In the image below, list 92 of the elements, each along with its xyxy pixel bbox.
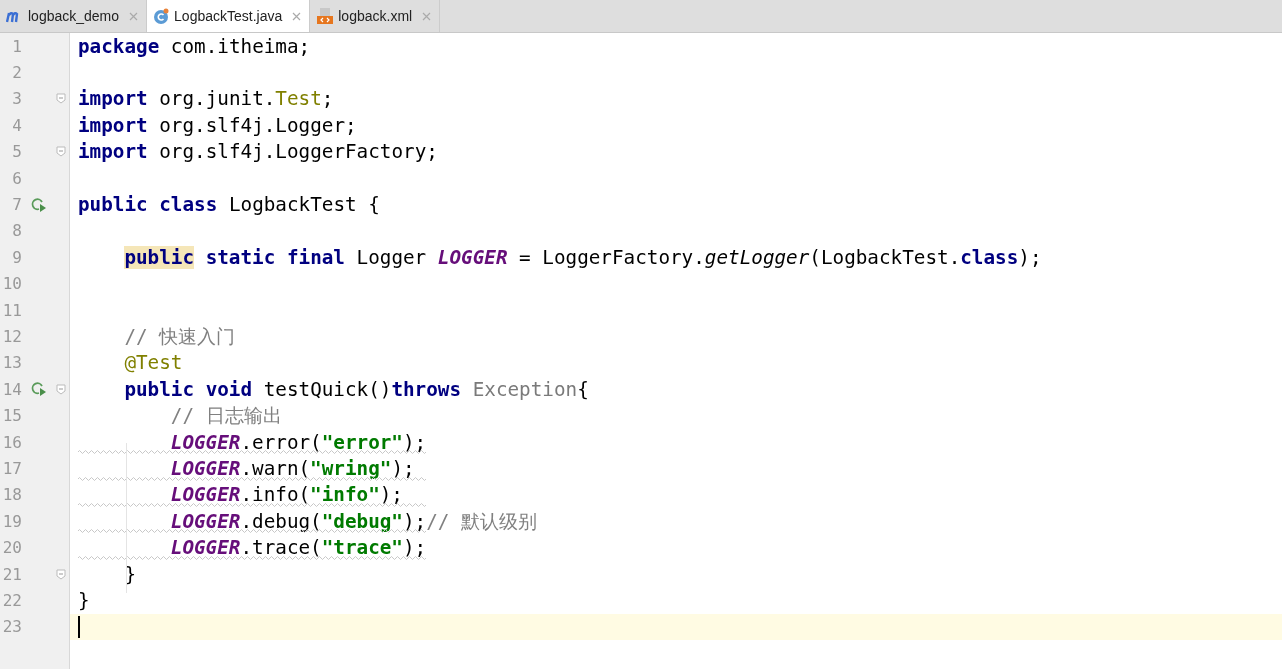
code-token: .error(	[240, 430, 322, 454]
tab-label: logback.xml	[338, 8, 413, 24]
code-token: LOGGER	[170, 509, 241, 533]
code-token: }	[124, 562, 136, 586]
code-token: LogbackTest {	[227, 193, 380, 217]
code-token: class	[960, 245, 1019, 269]
run-icon[interactable]	[30, 381, 48, 398]
line-number: 22	[1, 590, 22, 610]
code-token: "wring"	[310, 456, 392, 480]
code-token: {	[577, 377, 589, 401]
code-token: Test	[275, 87, 322, 111]
code-comment: // 快速入门	[124, 324, 236, 350]
line-number: 15	[1, 406, 22, 426]
code-token: .trace(	[240, 536, 322, 560]
code-token: org.slf4j.Logger;	[158, 113, 357, 137]
tab-label: LogbackTest.java	[174, 8, 283, 24]
line-number: 16	[1, 432, 22, 452]
code-token: public void	[124, 377, 253, 401]
close-icon[interactable]	[292, 11, 302, 21]
line-number: 21	[1, 564, 22, 584]
line-number: 5	[11, 142, 22, 162]
code-token: import	[78, 113, 148, 137]
code-token: LOGGER	[170, 430, 241, 454]
code-token: import	[78, 87, 148, 111]
line-number: 9	[11, 247, 22, 267]
code-token: "trace"	[321, 536, 403, 560]
line-number: 20	[1, 538, 22, 558]
code-token: );	[403, 536, 427, 560]
line-number: 23	[1, 617, 22, 637]
line-number: 2	[11, 63, 22, 83]
code-comment: // 默认级别	[426, 508, 538, 535]
run-icon[interactable]	[30, 196, 48, 213]
editor-tab[interactable]: LogbackTest.java	[147, 0, 311, 32]
code-token: package	[78, 34, 160, 58]
line-number: 19	[1, 511, 22, 531]
code-token: "debug"	[321, 509, 403, 533]
editor-tab[interactable]: logback.xml	[310, 0, 441, 32]
line-number: 4	[11, 115, 22, 135]
close-icon[interactable]	[129, 11, 139, 21]
code-token: "error"	[321, 430, 403, 454]
code-token: LOGGER	[437, 245, 508, 269]
code-token: com.itheima;	[169, 34, 311, 58]
code-token: .warn(	[240, 456, 311, 480]
line-number: 6	[11, 168, 22, 188]
line-number: 11	[1, 300, 22, 320]
code-token: = LoggerFactory.	[518, 245, 705, 269]
tab-label: logback_demo	[28, 8, 120, 24]
code-token: org.slf4j.LoggerFactory;	[158, 140, 438, 164]
fold-icon[interactable]	[56, 568, 66, 580]
code-token: .info(	[240, 483, 311, 507]
code-token: public	[124, 245, 195, 269]
code-token: ;	[321, 87, 334, 111]
code-token: LOGGER	[170, 456, 241, 480]
code-token: static final	[204, 245, 345, 269]
code-token: Exception	[471, 377, 578, 401]
code-token: throws	[391, 377, 462, 401]
code-token: import	[78, 140, 148, 164]
code-token: );	[379, 483, 403, 507]
code-token: "info"	[310, 483, 380, 507]
code-token: );	[391, 456, 415, 480]
code-token: @Test	[124, 351, 183, 375]
fold-icon[interactable]	[56, 93, 66, 105]
line-number: 3	[11, 89, 22, 109]
code-token: getLogger	[704, 245, 810, 269]
fold-icon[interactable]	[56, 146, 66, 158]
line-number: 17	[1, 458, 22, 478]
line-number: 18	[1, 485, 22, 505]
code-token: .debug(	[240, 509, 322, 533]
line-number: 14	[1, 379, 22, 399]
line-number: 7	[11, 195, 22, 215]
line-number: 12	[1, 327, 22, 346]
code-token: Logger	[355, 245, 428, 269]
code-token: LOGGER	[170, 536, 241, 560]
code-token: );	[403, 430, 427, 454]
class-icon	[153, 7, 171, 25]
text-caret	[78, 615, 80, 638]
code-token: org.junit.	[158, 87, 276, 111]
line-number: 8	[11, 221, 22, 241]
code-token: public class	[78, 193, 218, 217]
code-token: LOGGER	[170, 483, 241, 507]
code-comment: // 日志输出	[170, 403, 282, 430]
code-token: }	[78, 588, 90, 612]
line-number: 1	[11, 36, 22, 56]
xml-file-icon	[316, 7, 335, 25]
code-token: testQuick()	[262, 377, 392, 401]
code-token: );	[403, 509, 427, 533]
line-number: 13	[1, 353, 22, 373]
line-number: 10	[1, 274, 22, 294]
code-token: );	[1018, 245, 1042, 269]
fold-icon[interactable]	[56, 383, 66, 395]
code-token: (LogbackTest.	[809, 245, 961, 269]
close-icon[interactable]	[422, 11, 432, 21]
